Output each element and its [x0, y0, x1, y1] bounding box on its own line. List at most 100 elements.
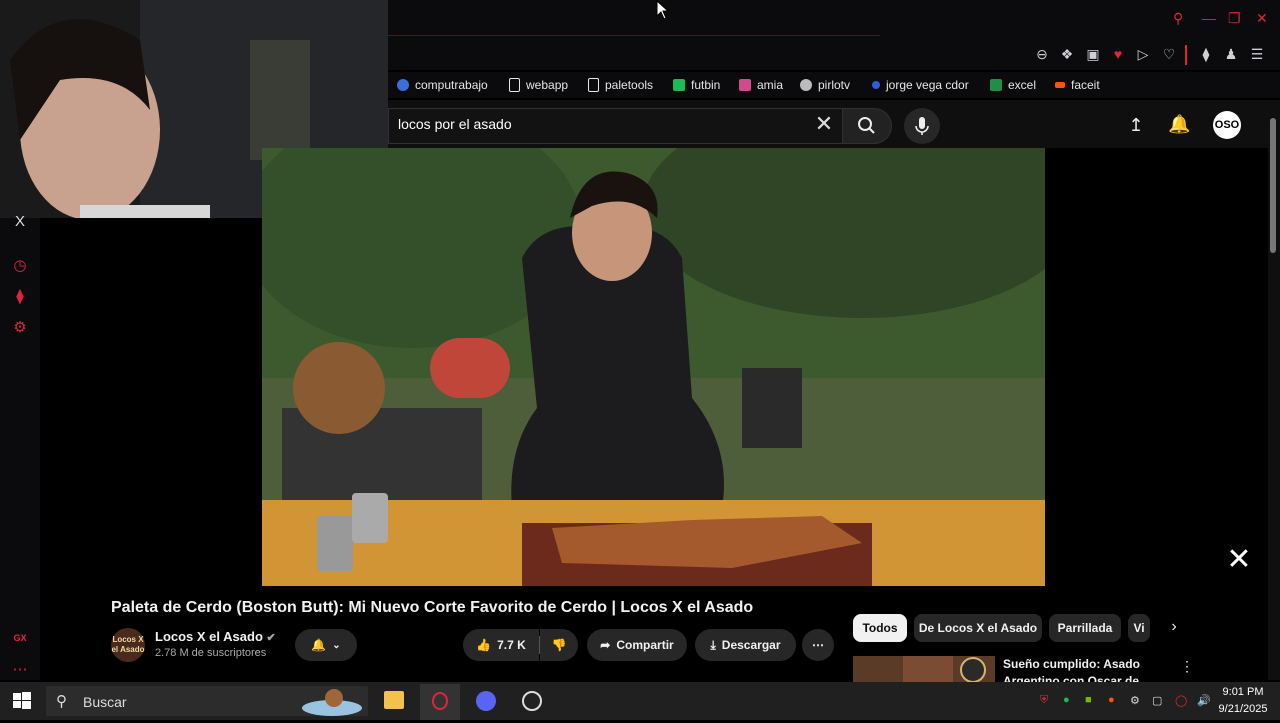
snapshot-icon[interactable]: ▣ — [1084, 45, 1102, 63]
amia-icon — [739, 79, 751, 91]
extensions-icon[interactable]: ⧫ — [1197, 45, 1215, 63]
taskbar-search-input[interactable]: Buscar — [83, 694, 127, 710]
recommended-title-line1[interactable]: Sueño cumplido: Asado — [1003, 657, 1140, 671]
windows-start-icon[interactable] — [12, 691, 32, 711]
profile-icon[interactable]: ♟ — [1222, 45, 1240, 63]
address-underline — [388, 35, 880, 36]
thumbs-down-icon: 👎 — [551, 638, 567, 652]
chevron-down-icon: ⌄ — [332, 639, 341, 651]
chip-parrillada[interactable]: Parrillada — [1049, 614, 1121, 642]
tray-orange-icon[interactable]: ● — [1108, 694, 1115, 706]
search-highlight-illustration — [302, 689, 362, 716]
search-highlight-image — [300, 684, 364, 718]
voice-search-button[interactable] — [904, 108, 940, 144]
share-arrow-icon: ➦ — [600, 638, 611, 652]
tray-nvidia-icon[interactable]: ■ — [1085, 694, 1092, 706]
tray-opera-icon[interactable]: ◯ — [1175, 694, 1187, 707]
recommended-title-line2[interactable]: Argentino con Oscar de — [1003, 674, 1139, 682]
opera-gx-icon — [432, 692, 448, 710]
search-icon — [858, 117, 875, 134]
bookmark-paletools[interactable]: paletools — [588, 77, 653, 93]
settings-gear-icon[interactable]: ⚙ — [10, 318, 30, 338]
jorge-vega-icon — [872, 81, 880, 89]
recommended-thumbnail[interactable] — [853, 656, 995, 682]
taskbar-search-icon: ⚲ — [56, 693, 67, 710]
like-button[interactable]: 👍 7.7 K — [463, 629, 539, 661]
gx-icon[interactable]: GX — [10, 628, 30, 648]
page-icon — [509, 78, 520, 92]
bookmark-webapp[interactable]: webapp — [509, 77, 568, 93]
bell-icon: 🔔 — [311, 638, 327, 652]
heart-icon[interactable]: ♡ — [1160, 45, 1178, 63]
more-sidebar-icon[interactable]: ⋯ — [10, 660, 30, 680]
bookmark-jorge-vega-cdor[interactable]: jorge vega cdor — [872, 77, 969, 93]
close-window-icon[interactable]: ✕ — [1256, 10, 1268, 27]
bookmark-pirlotv[interactable]: pirlotv — [800, 77, 850, 93]
file-explorer-icon[interactable] — [384, 691, 404, 709]
share-button[interactable]: ➦ Compartir — [587, 629, 687, 661]
discord-icon[interactable] — [476, 691, 496, 711]
recommended-menu-icon[interactable]: ⋮ — [1180, 658, 1194, 675]
extensions-sidebar-icon[interactable]: ⧫ — [10, 287, 30, 307]
user-avatar[interactable]: OSO — [1213, 111, 1241, 139]
tray-app-icon[interactable]: ● — [1063, 694, 1070, 706]
play-icon[interactable]: ▷ — [1134, 45, 1152, 63]
chip-partial[interactable]: Vi — [1128, 614, 1150, 642]
upload-icon[interactable]: ↥ — [1126, 115, 1146, 136]
taskbar-time[interactable]: 9:01 PM — [1218, 686, 1268, 698]
zoom-out-icon[interactable]: ⊖ — [1033, 45, 1051, 63]
thumbs-up-icon: 👍 — [476, 638, 492, 652]
download-icon: ⤓ — [710, 637, 716, 652]
video-title: Paleta de Cerdo (Boston Butt): Mi Nuevo … — [111, 599, 754, 616]
pirlotv-icon — [800, 79, 812, 91]
menu-icon[interactable]: ☰ — [1248, 45, 1266, 63]
tray-steam-icon[interactable]: ⚙ — [1130, 694, 1140, 707]
mouse-cursor — [656, 0, 670, 20]
recording-app-icon[interactable] — [522, 691, 542, 711]
taskbar-date[interactable]: 9/21/2025 — [1214, 703, 1272, 715]
notifications-bell-icon[interactable]: 🔔 — [1168, 114, 1190, 135]
bookmark-futbin[interactable]: futbin — [673, 77, 720, 93]
pin-icon[interactable]: ❖ — [1058, 45, 1076, 63]
channel-name[interactable]: Locos X el Asado ✔ — [155, 629, 276, 644]
tray-network-icon[interactable]: ▢ — [1152, 694, 1162, 707]
thumbnail-image — [853, 656, 995, 682]
subscriber-count: 2.78 M de suscriptores — [155, 647, 267, 659]
history-icon[interactable]: ◷ — [10, 256, 30, 276]
bookmark-excel[interactable]: excel — [990, 77, 1036, 93]
chip-todos[interactable]: Todos — [853, 614, 907, 642]
tray-shield-icon[interactable]: ⛨ — [1040, 694, 1048, 707]
bookmark-faceit[interactable]: faceit — [1055, 77, 1100, 93]
download-button[interactable]: ⤓ Descargar — [695, 629, 796, 661]
windows-logo-icon — [13, 692, 31, 709]
video-player[interactable] — [262, 148, 1045, 586]
chevron-right-icon[interactable]: › — [1166, 618, 1182, 638]
scrollbar-thumb[interactable] — [1270, 118, 1276, 253]
chip-channel[interactable]: De Locos X el Asado — [914, 614, 1042, 642]
channel-avatar[interactable]: Locos X el Asado — [111, 628, 145, 662]
toolbar-divider — [1185, 45, 1187, 65]
video-frame — [262, 148, 1045, 586]
close-overlay-icon[interactable]: ✕ — [1224, 545, 1254, 575]
search-icon[interactable]: ⚲ — [1173, 10, 1183, 27]
pocket-icon[interactable]: ♥ — [1109, 45, 1127, 63]
search-input[interactable]: locos por el asado — [398, 116, 512, 132]
more-actions-button[interactable]: ⋯ — [802, 629, 834, 661]
cursor-arrow-icon — [656, 0, 670, 20]
opera-gx-taskbar-button[interactable] — [420, 684, 460, 720]
search-button[interactable] — [842, 108, 892, 144]
futbin-icon — [673, 79, 685, 91]
more-dots-icon: ⋯ — [812, 638, 824, 652]
tray-volume-icon[interactable]: 🔊 — [1197, 694, 1211, 707]
bookmark-computrabajo[interactable]: computrabajo — [397, 77, 488, 93]
subscription-bell-button[interactable]: 🔔 ⌄ — [295, 629, 357, 661]
faceit-icon — [1055, 82, 1065, 88]
x-icon[interactable]: X — [10, 212, 30, 232]
dislike-button[interactable]: 👎 — [540, 629, 578, 661]
verified-check-icon: ✔ — [266, 632, 276, 644]
clear-search-icon[interactable]: ✕ — [812, 112, 836, 136]
bookmark-amia[interactable]: amia — [739, 77, 783, 93]
maximize-icon[interactable]: ❐ — [1228, 10, 1241, 27]
excel-icon — [990, 79, 1002, 91]
minimize-icon[interactable]: — — [1202, 10, 1216, 26]
